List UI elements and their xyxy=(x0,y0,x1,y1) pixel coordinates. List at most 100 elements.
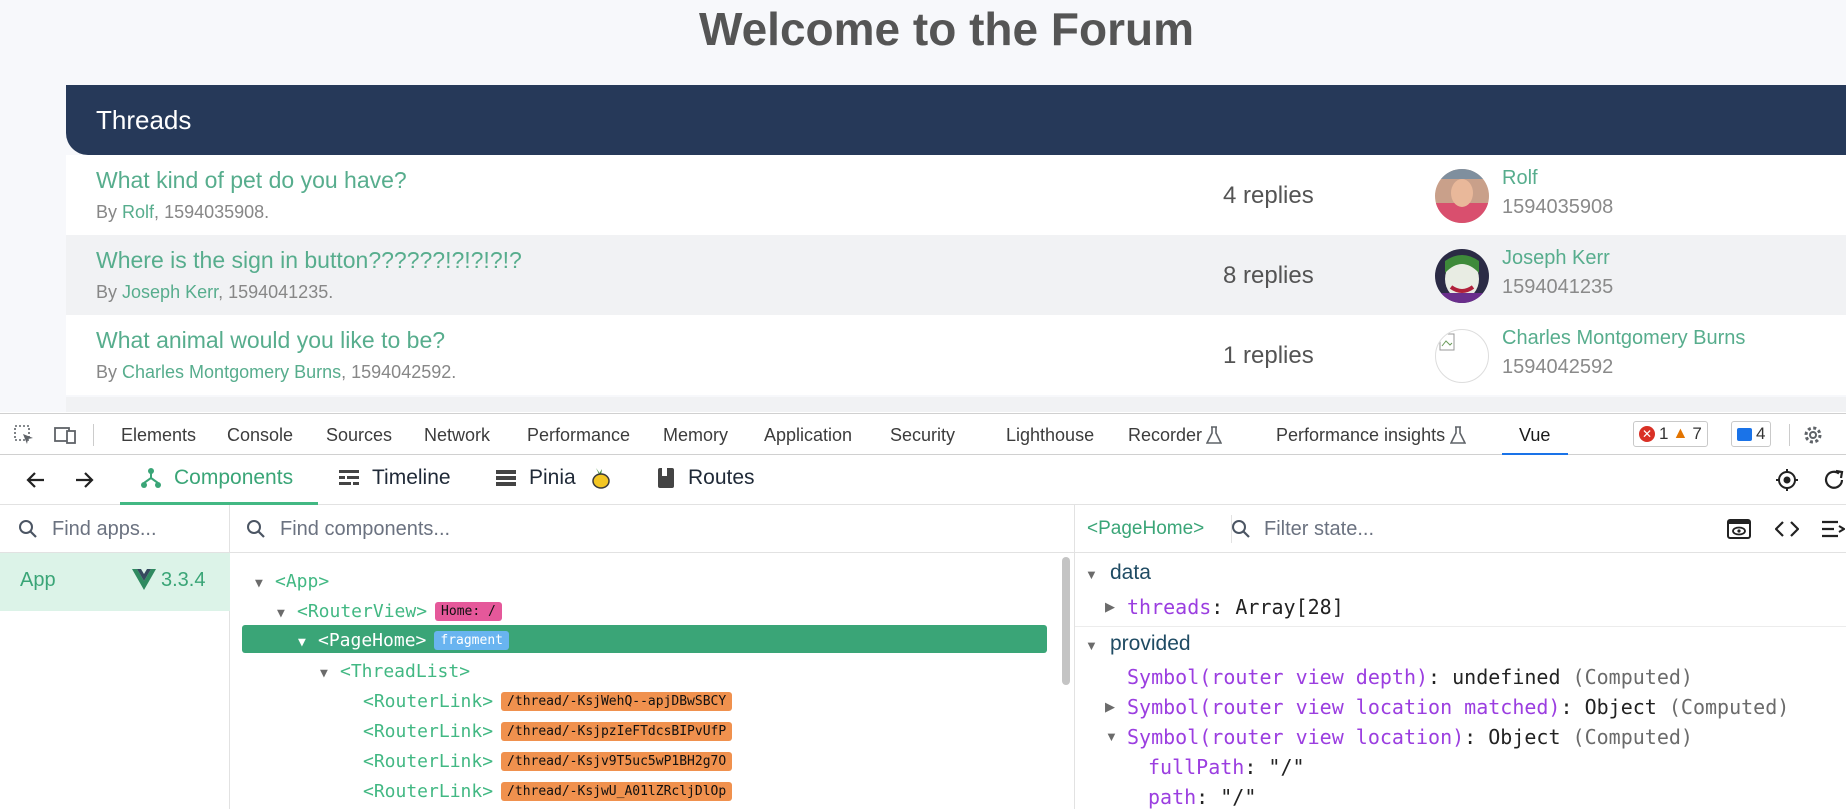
section-provided-label: provided xyxy=(1110,632,1191,655)
state-value: Array[28] xyxy=(1235,595,1344,619)
state-entry[interactable]: Symbol(router view depth): undefined (Co… xyxy=(1127,665,1693,689)
thread-row: What animal would you like to be? By Cha… xyxy=(66,315,1846,395)
tree-node-pagehome[interactable]: ▼ <PageHome> fragment xyxy=(298,630,509,651)
state-key: Symbol(router view location) xyxy=(1127,725,1465,749)
tree-node-routerview[interactable]: ▼ <RouterView> Home: / xyxy=(277,601,502,622)
tree-node-routerlink[interactable]: <RouterLink> /thread/-KsjWehQ--apjDBwSBCY xyxy=(363,691,733,712)
computed-note: (Computed) xyxy=(1572,665,1693,689)
error-count: 1 xyxy=(1659,424,1669,443)
tab-components[interactable]: Components xyxy=(140,466,293,490)
tab-performance[interactable]: Performance xyxy=(527,425,630,446)
last-post-user-link[interactable]: Joseph Kerr xyxy=(1502,247,1610,270)
state-filter-input[interactable]: Filter state... xyxy=(1264,518,1374,541)
thread-title-link[interactable]: Where is the sign in button??????!?!?!?!… xyxy=(96,247,522,274)
scrollbar-thumb[interactable] xyxy=(1062,557,1070,685)
thread-timestamp: 1594041235. xyxy=(228,282,334,302)
component-name: <App> xyxy=(275,571,330,592)
search-icon xyxy=(247,520,265,538)
tab-routes-label: Routes xyxy=(688,466,755,489)
device-toolbar-icon[interactable] xyxy=(53,423,77,447)
expand-arrow-icon[interactable]: ▶ xyxy=(1105,599,1115,615)
tab-console[interactable]: Console xyxy=(227,425,293,446)
tab-vue[interactable]: Vue xyxy=(1519,425,1550,446)
vue-logo-icon xyxy=(132,569,156,590)
avatar xyxy=(1435,169,1489,223)
tree-node-routerlink[interactable]: <RouterLink> /thread/-KsjwU_A01lZRcljDlOp xyxy=(363,781,733,802)
code-icon[interactable] xyxy=(1775,520,1799,538)
tab-pinia[interactable]: Pinia xyxy=(495,466,612,490)
vue-devtools-toolbar: Components Timeline Pinia Routes xyxy=(0,455,1846,505)
devtools-tab-bar: Elements Console Sources Network Perform… xyxy=(0,413,1846,456)
tab-performance-insights[interactable]: Performance insights xyxy=(1276,425,1445,446)
selected-component-name: <PageHome> xyxy=(1087,518,1205,539)
apps-search: Find apps... xyxy=(0,505,229,553)
thread-meta: By Rolf, 1594035908. xyxy=(96,202,270,222)
tab-sources[interactable]: Sources xyxy=(326,425,392,446)
more-options-icon[interactable] xyxy=(1821,520,1845,538)
apps-search-input[interactable]: Find apps... xyxy=(52,518,157,541)
inspect-element-icon[interactable] xyxy=(12,423,36,447)
tab-lighthouse[interactable]: Lighthouse xyxy=(1006,425,1094,446)
tree-node-routerlink[interactable]: <RouterLink> /thread/-Ksjv9T5uc5wP1BH2g7O xyxy=(363,751,733,772)
tab-network[interactable]: Network xyxy=(424,425,490,446)
tab-elements[interactable]: Elements xyxy=(121,425,196,446)
app-name: App xyxy=(20,569,56,591)
tab-security[interactable]: Security xyxy=(890,425,955,446)
expand-arrow-icon[interactable]: ▶ xyxy=(1105,699,1115,715)
collapse-arrow-icon[interactable]: ▼ xyxy=(1105,729,1118,744)
collapse-arrow-icon[interactable]: ▼ xyxy=(1085,638,1098,653)
apps-pane: Find apps... App 3.3.4 xyxy=(0,505,230,809)
thread-replies-count: 1 replies xyxy=(1223,342,1314,369)
tab-application[interactable]: Application xyxy=(764,425,852,446)
state-value: undefined xyxy=(1452,665,1561,689)
tree-node-app[interactable]: ▼ <App> xyxy=(255,571,329,592)
collapse-arrow-icon[interactable]: ▼ xyxy=(277,606,297,621)
tab-recorder[interactable]: Recorder xyxy=(1128,425,1202,446)
forward-arrow-icon[interactable] xyxy=(72,468,96,492)
warning-icon: ▲ xyxy=(1672,425,1689,442)
thread-timestamp: 1594042592. xyxy=(351,362,457,382)
collapse-arrow-icon[interactable]: ▼ xyxy=(1085,567,1098,582)
thread-title-link[interactable]: What kind of pet do you have? xyxy=(96,167,407,194)
tab-timeline[interactable]: Timeline xyxy=(338,466,451,490)
collapse-arrow-icon[interactable]: ▼ xyxy=(320,666,340,681)
state-entry[interactable]: Symbol(router view location matched): Ob… xyxy=(1127,695,1789,719)
state-value: Object xyxy=(1584,695,1657,719)
component-name: <RouterView> xyxy=(297,601,428,622)
refresh-icon[interactable] xyxy=(1822,468,1846,492)
tab-routes[interactable]: Routes xyxy=(656,466,755,490)
thread-replies-count: 4 replies xyxy=(1223,182,1314,209)
tab-memory[interactable]: Memory xyxy=(663,425,728,446)
last-post-timestamp: 1594042592 xyxy=(1502,356,1614,378)
collapse-arrow-icon[interactable]: ▼ xyxy=(298,635,318,650)
by-label: By xyxy=(96,362,118,382)
state-value: "/" xyxy=(1220,785,1257,809)
components-search-input[interactable]: Find components... xyxy=(280,518,450,541)
scroll-to-component-icon[interactable] xyxy=(1727,519,1751,539)
thread-author-link[interactable]: Charles Montgomery Burns xyxy=(122,362,341,382)
app-list-item[interactable]: App 3.3.4 xyxy=(0,553,230,611)
tree-node-routerlink[interactable]: <RouterLink> /thread/-KsjpzIeFTdcsBIPvUfP xyxy=(363,721,733,742)
messages-counter[interactable]: 4 xyxy=(1731,421,1772,447)
state-entry-fullpath[interactable]: fullPath: "/" xyxy=(1148,755,1305,779)
collapse-arrow-icon[interactable]: ▼ xyxy=(255,576,275,591)
tab-components-label: Components xyxy=(174,466,294,489)
last-post-user-link[interactable]: Rolf xyxy=(1502,167,1538,190)
thread-title-link[interactable]: What animal would you like to be? xyxy=(96,327,445,354)
last-post-user-link[interactable]: Charles Montgomery Burns xyxy=(1502,327,1745,350)
back-arrow-icon[interactable] xyxy=(24,468,48,492)
divider xyxy=(1789,424,1790,446)
thread-author-link[interactable]: Rolf xyxy=(122,202,154,222)
route-tag: Home: / xyxy=(435,602,502,621)
state-entry-path[interactable]: path: "/" xyxy=(1148,785,1256,809)
section-data-label: data xyxy=(1110,561,1151,584)
state-entry[interactable]: Symbol(router view location): Object (Co… xyxy=(1127,725,1693,749)
path-tag: /thread/-KsjwU_A01lZRcljDlOp xyxy=(501,782,733,801)
by-label: By xyxy=(96,202,118,222)
gear-icon[interactable] xyxy=(1801,423,1825,447)
thread-author-link[interactable]: Joseph Kerr xyxy=(122,282,218,302)
issues-counter[interactable]: ✕ 1 ▲ 7 xyxy=(1633,421,1708,447)
state-entry-threads[interactable]: threads: Array[28] xyxy=(1127,595,1344,619)
target-select-icon[interactable] xyxy=(1775,468,1799,492)
tree-node-threadlist[interactable]: ▼ <ThreadList> xyxy=(320,661,470,682)
